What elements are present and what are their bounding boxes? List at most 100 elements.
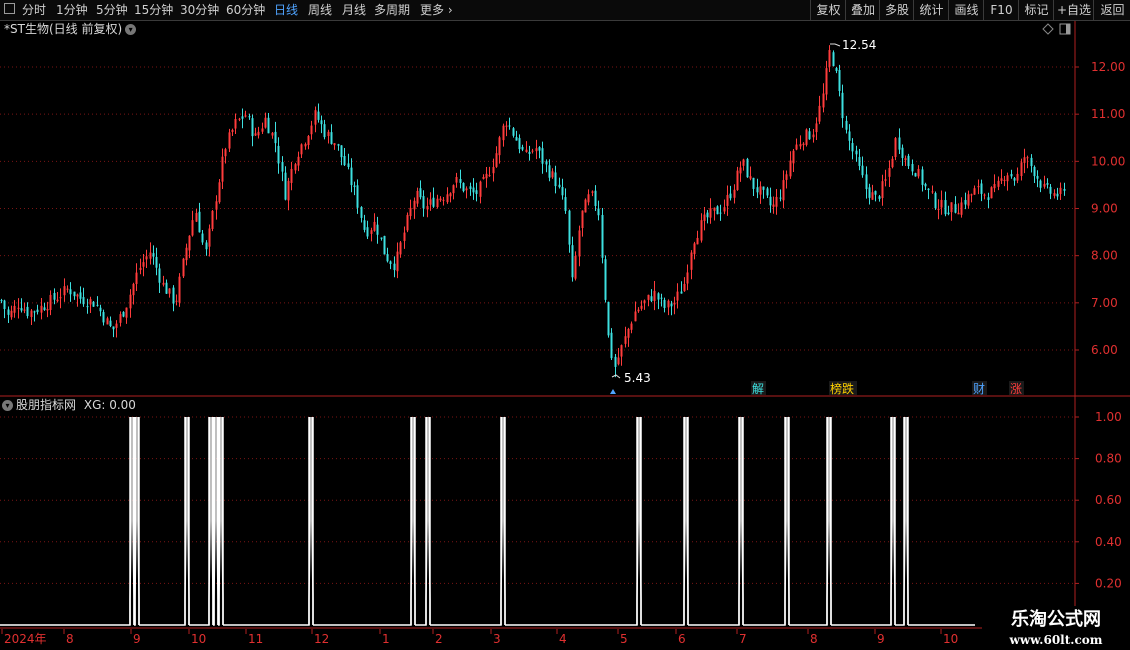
candle-body	[234, 119, 237, 129]
candle-body	[403, 232, 406, 241]
candle-body	[931, 191, 934, 193]
candle-body	[960, 202, 963, 215]
candle-body	[132, 283, 135, 296]
candle-body	[241, 116, 244, 119]
candle-body	[508, 125, 511, 127]
time-tick-label: 12	[314, 632, 329, 646]
time-tick-label: 7	[739, 632, 747, 646]
candle-body	[561, 187, 564, 196]
candle-body	[545, 161, 548, 165]
candle-body	[350, 167, 353, 186]
time-tick-label: 5	[620, 632, 628, 646]
candle-body	[660, 297, 663, 299]
candle-body	[1053, 193, 1056, 196]
candle-body	[323, 124, 326, 138]
candle-body	[106, 318, 109, 325]
candle-body	[99, 307, 102, 312]
candle-body	[680, 291, 683, 294]
candle-body	[195, 213, 198, 222]
candle-body	[779, 197, 782, 199]
candle-body	[587, 194, 590, 203]
candle-body	[749, 176, 752, 179]
candle-body	[475, 190, 478, 195]
candle-body	[469, 186, 472, 189]
candle-body	[604, 259, 607, 300]
candle-body	[347, 163, 350, 167]
candle-body	[973, 188, 976, 195]
candle-body	[238, 118, 241, 120]
candle-body	[92, 301, 95, 307]
candle-body	[1063, 188, 1066, 191]
candle-body	[746, 158, 749, 178]
candle-body	[1030, 157, 1033, 167]
candle-body	[815, 123, 818, 133]
candle-body	[663, 299, 666, 308]
candle-body	[835, 68, 838, 71]
candle-body	[396, 251, 399, 272]
candle-body	[389, 261, 392, 265]
candle-body	[802, 143, 805, 146]
candle-body	[343, 155, 346, 166]
candle-body	[139, 267, 142, 270]
candle-body	[954, 204, 957, 213]
candle-body	[548, 165, 551, 178]
chart-canvas: 6.007.008.009.0010.0011.0012.000.200.400…	[0, 21, 1130, 646]
watermark-url: www.60lt.com	[1009, 633, 1103, 647]
event-marker-label: 财	[973, 382, 985, 396]
candle-body	[109, 320, 112, 326]
candle-body	[488, 175, 491, 177]
candle-body	[868, 187, 871, 198]
candle-body	[409, 207, 412, 217]
candle-body	[142, 262, 145, 267]
candle-body	[218, 182, 221, 203]
candle-body	[1006, 175, 1009, 182]
candle-body	[422, 196, 425, 209]
candle-body	[551, 171, 554, 178]
candle-body	[248, 116, 251, 118]
candle-body	[643, 300, 646, 304]
candle-body	[277, 145, 280, 164]
candle-body	[907, 155, 910, 167]
candle-body	[115, 323, 118, 328]
price-tick-label: 9.00	[1091, 202, 1118, 216]
candle-body	[165, 282, 168, 294]
candle-body	[452, 185, 455, 194]
candle-body	[568, 210, 571, 245]
candle-body	[330, 132, 333, 144]
candle-body	[828, 50, 831, 67]
candle-body	[683, 283, 686, 292]
watermark-logo: 乐淘公式网 www.60lt.com	[982, 606, 1130, 650]
candle-body	[1016, 173, 1019, 181]
candle-body	[571, 245, 574, 278]
candle-body	[40, 305, 43, 313]
time-tick-label: 6	[678, 632, 686, 646]
candle-body	[851, 143, 854, 152]
candle-body	[3, 300, 6, 310]
candle-body	[439, 198, 442, 201]
candle-body	[782, 180, 785, 201]
candle-body	[614, 356, 617, 367]
candle-body	[20, 308, 23, 311]
candle-body	[983, 194, 986, 196]
candle-body	[66, 288, 69, 290]
candle-body	[940, 199, 943, 208]
candle-body	[921, 169, 924, 185]
candle-body	[733, 189, 736, 198]
candle-body	[10, 310, 13, 318]
time-tick-label: 10	[943, 632, 958, 646]
time-tick-label: 8	[66, 632, 74, 646]
candle-body	[980, 183, 983, 194]
candle-body	[944, 200, 947, 215]
candle-body	[838, 70, 841, 92]
candle-body	[977, 186, 980, 188]
indicator-tick-label: 0.40	[1095, 535, 1122, 549]
candle-body	[845, 120, 848, 130]
candle-body	[878, 196, 881, 199]
candle-body	[356, 185, 359, 208]
candle-body	[459, 179, 462, 183]
candle-body	[333, 143, 336, 146]
candle-body	[805, 129, 808, 145]
candle-body	[502, 125, 505, 141]
time-tick-label: 3	[493, 632, 501, 646]
candle-body	[726, 194, 729, 206]
